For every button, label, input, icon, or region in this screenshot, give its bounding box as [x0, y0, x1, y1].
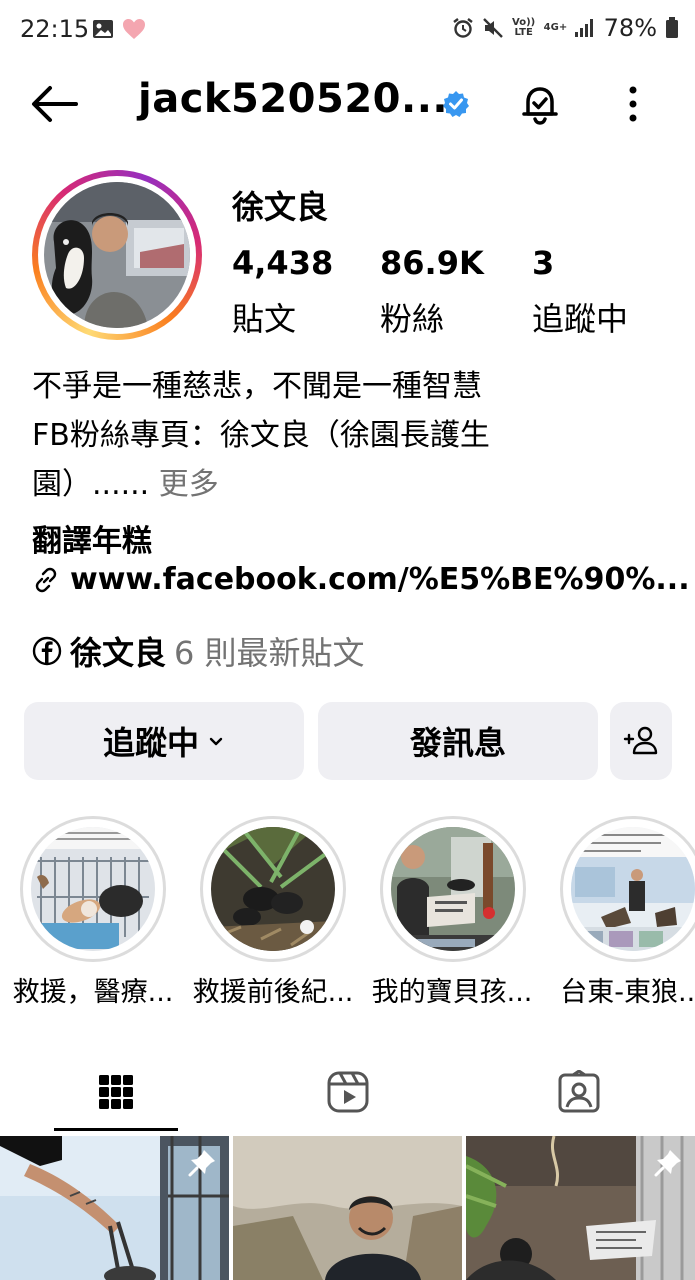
- back-arrow-icon[interactable]: [28, 82, 80, 126]
- avatar-photo: [44, 182, 190, 328]
- header-username: jack520520...: [138, 76, 449, 122]
- pin-icon: [654, 1150, 681, 1177]
- highlight-label: 我的寶貝孩...: [371, 977, 533, 1008]
- post-thumbnail[interactable]: [0, 1136, 229, 1280]
- status-bar: 22:15 Vo)) LTE 4G+ 78%: [0, 0, 695, 62]
- signal-icon: [574, 19, 593, 37]
- bio-line: FB粉絲專頁：徐文良（徐園長護生: [32, 418, 490, 453]
- active-tab-indicator: [54, 1128, 178, 1131]
- following-count[interactable]: 3: [532, 244, 554, 282]
- facebook-icon: [32, 636, 62, 666]
- status-time: 22:15: [20, 15, 90, 43]
- mute-icon: [482, 18, 503, 38]
- profile-header: jack520520...: [0, 62, 695, 146]
- following-button[interactable]: 追蹤中: [24, 702, 304, 780]
- tab-tagged[interactable]: [463, 1050, 694, 1134]
- suggest-people-button[interactable]: [610, 702, 672, 780]
- gallery-icon: [93, 20, 113, 38]
- link-icon: [35, 567, 57, 592]
- bio-line: 不爭是一種慈悲，不聞是一種智慧: [32, 369, 482, 404]
- story-highlight[interactable]: [378, 816, 528, 962]
- highlight-cover: [571, 827, 695, 951]
- profile-tabs: [0, 1050, 695, 1134]
- facebook-name[interactable]: 徐文良: [70, 628, 166, 674]
- battery-percent: 78%: [603, 14, 657, 42]
- notification-bell-icon[interactable]: [518, 82, 562, 126]
- highlight-cover: [211, 827, 335, 951]
- highlight-label: 台東-東狼...: [560, 977, 695, 1008]
- profile-link-text[interactable]: www.facebook.com/%E5%BE%90%...: [70, 562, 690, 597]
- facebook-row[interactable]: 徐文良 6 則最新貼文: [32, 628, 365, 674]
- volte-indicator: Vo)) LTE: [512, 17, 536, 38]
- add-person-icon: [623, 726, 658, 755]
- more-vertical-icon[interactable]: [620, 82, 646, 126]
- story-highlight[interactable]: [18, 816, 168, 962]
- network-type: 4G+: [543, 22, 568, 33]
- highlight-ring: [200, 816, 346, 962]
- followers-count[interactable]: 86.9K: [380, 244, 484, 282]
- profile-link[interactable]: www.facebook.com/%E5%BE%90%...: [32, 562, 690, 597]
- highlight-ring: [20, 816, 166, 962]
- post-thumbnail[interactable]: [466, 1136, 695, 1280]
- message-button[interactable]: 發訊息: [318, 702, 598, 780]
- alarm-icon: [452, 18, 473, 38]
- heart-icon: [123, 19, 145, 39]
- profile-category: 翻譯年糕: [32, 524, 152, 559]
- pin-icon: [188, 1150, 215, 1177]
- status-right-icons: Vo)) LTE 4G+ 78%: [452, 14, 679, 42]
- highlight-ring: [380, 816, 526, 962]
- reels-icon: [327, 1071, 368, 1113]
- posts-count[interactable]: 4,438: [232, 244, 333, 282]
- verified-badge-icon: [443, 91, 469, 117]
- profile-bio: 不爭是一種慈悲，不聞是一種智慧 FB粉絲專頁：徐文良（徐園長護生 園）.....…: [32, 362, 672, 509]
- chevron-down-icon: [209, 737, 223, 746]
- display-name: 徐文良: [232, 188, 329, 226]
- bio-line: 園）...... 更多: [32, 460, 672, 509]
- profile-avatar[interactable]: [32, 170, 202, 340]
- highlight-label: 救援，醫療...: [12, 977, 174, 1008]
- highlight-cover: [31, 827, 155, 951]
- story-highlight[interactable]: [558, 816, 695, 962]
- posts-label[interactable]: 貼文: [232, 294, 296, 340]
- story-highlight[interactable]: [198, 816, 348, 962]
- facebook-posts-count: 6 則最新貼文: [174, 634, 365, 672]
- bio-line-text: 園）......: [32, 467, 150, 502]
- highlight-ring: [560, 816, 695, 962]
- highlight-label: 救援前後紀...: [192, 977, 354, 1008]
- battery-icon: [666, 17, 678, 38]
- bio-more-link[interactable]: 更多: [159, 467, 219, 502]
- following-label[interactable]: 追蹤中: [532, 294, 628, 340]
- status-left-icons: [92, 18, 146, 40]
- tab-reels[interactable]: [232, 1050, 463, 1134]
- post-thumbnail[interactable]: [233, 1136, 462, 1280]
- tagged-icon: [558, 1070, 599, 1113]
- followers-label[interactable]: 粉絲: [380, 294, 444, 340]
- tab-posts-grid[interactable]: [0, 1050, 231, 1134]
- highlight-cover: [391, 827, 515, 951]
- message-button-label: 發訊息: [409, 724, 506, 762]
- following-button-label: 追蹤中: [102, 724, 199, 762]
- avatar-frame: [38, 176, 196, 334]
- grid-icon: [98, 1075, 133, 1109]
